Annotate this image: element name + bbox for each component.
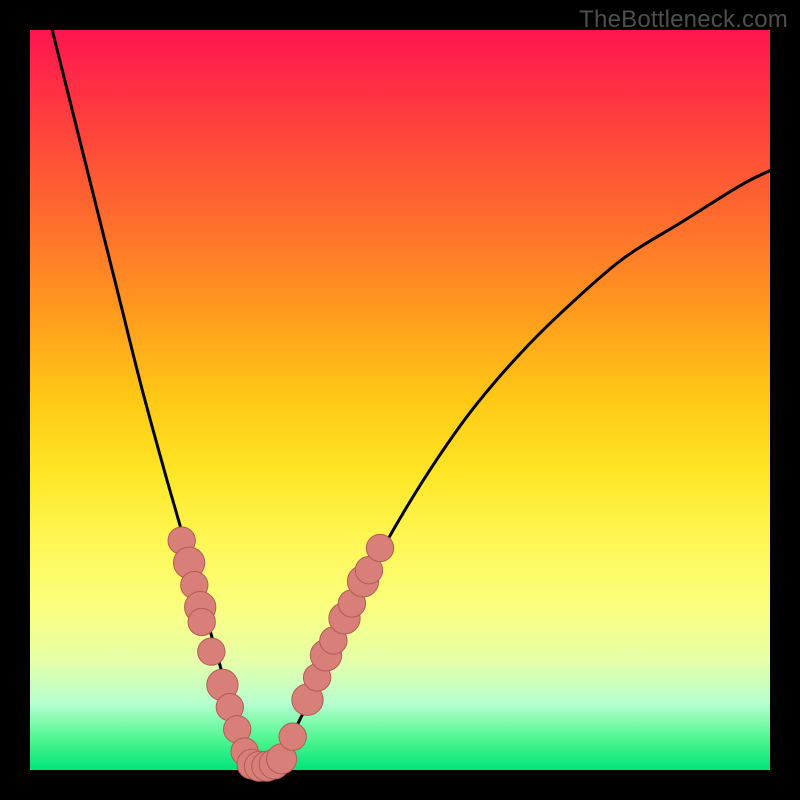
marker-dot (188, 608, 215, 635)
marker-dot (198, 638, 225, 665)
bottleneck-curve (52, 30, 770, 771)
chart-frame: TheBottleneck.com (0, 0, 800, 800)
curve-markers (168, 527, 394, 781)
marker-dot (279, 723, 306, 750)
plot-area (30, 30, 770, 770)
curve-svg (30, 30, 770, 770)
marker-dot (366, 534, 393, 561)
